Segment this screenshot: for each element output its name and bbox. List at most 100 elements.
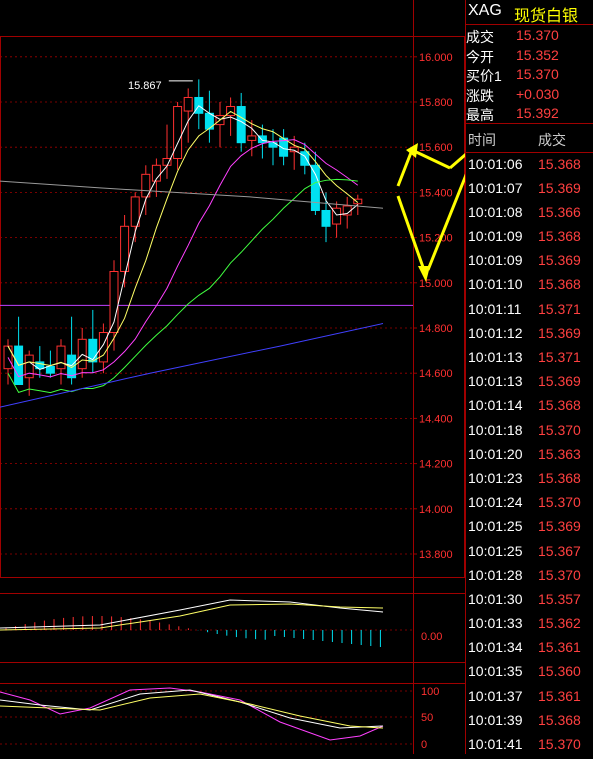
kdj-tick-label: 0 — [421, 739, 427, 751]
tick-time: 10:01:14 — [468, 397, 523, 414]
quote-row: 成交 15.370 — [466, 25, 593, 45]
tick-price: 15.370 — [538, 494, 581, 511]
tick-price: 15.366 — [538, 203, 581, 220]
tick-price: 15.368 — [538, 397, 581, 414]
kdj-tick-label: 50 — [421, 712, 433, 724]
tick-list[interactable]: 10:01:06 15.368 10:01:07 15.369 10:01:08 15.3… — [466, 153, 593, 758]
tick-row: 10:01:06 15.368 — [466, 153, 593, 177]
tick-row: 10:01:20 15.363 — [466, 443, 593, 467]
tick-row: 10:01:11 15.371 — [466, 298, 593, 322]
tick-time: 10:01:23 — [468, 469, 523, 486]
tick-price: 15.368 — [538, 469, 581, 486]
ma-medium-line — [7, 110, 359, 369]
tick-row: 10:01:18 15.370 — [466, 419, 593, 443]
tick-price: 15.370 — [538, 421, 581, 438]
tick-row: 10:01:30 15.357 — [466, 588, 593, 612]
tick-row: 10:01:25 15.367 — [466, 540, 593, 564]
tick-row: 10:01:10 15.368 — [466, 273, 593, 297]
tick-row: 10:01:07 15.369 — [466, 177, 593, 201]
candle-body — [247, 135, 257, 141]
tick-row: 10:01:25 15.369 — [466, 515, 593, 539]
tick-row: 10:01:37 15.361 — [466, 685, 593, 709]
instrument-name: 现货白银 — [514, 8, 579, 25]
ticks-header: 时间 成交 — [466, 124, 593, 153]
candle-body — [183, 96, 193, 112]
tick-time: 10:01:06 — [468, 155, 523, 172]
candle-body — [56, 345, 66, 370]
tick-price: 15.371 — [538, 300, 581, 317]
tick-price: 15.368 — [538, 711, 581, 728]
candle-body — [236, 106, 246, 144]
tick-time: 10:01:18 — [468, 421, 523, 438]
tick-row: 10:01:13 15.369 — [466, 370, 593, 394]
price-tick-label: 15.000 — [419, 278, 453, 290]
quote-row: 涨跌 +0.030 — [466, 84, 593, 104]
quote-value: 15.370 — [516, 27, 559, 43]
tick-row: 10:01:39 15.368 — [466, 709, 593, 733]
tick-row: 10:01:34 15.361 — [466, 636, 593, 660]
quote-row: 今开 15.352 — [466, 45, 593, 65]
candle-body — [321, 209, 331, 227]
tick-time: 10:01:41 — [468, 736, 523, 752]
chart-canvas[interactable]: 16.000 15.800 15.600 15.400 15.200 15.000 14.8… — [0, 0, 548, 754]
tick-price: 15.368 — [538, 276, 581, 293]
quote-value: 15.352 — [516, 46, 559, 63]
price-chart[interactable]: 16.000 15.800 15.600 15.400 15.200 15.000 14.8… — [0, 0, 548, 754]
tick-time: 10:01:35 — [468, 663, 523, 680]
tick-row: 10:01:09 15.369 — [466, 249, 593, 273]
price-tick-label: 14.600 — [419, 368, 453, 380]
price-tick-label: 14.800 — [419, 323, 453, 335]
tick-time: 10:01:30 — [468, 590, 523, 607]
tick-price: 15.369 — [538, 324, 581, 341]
tick-time: 10:01:13 — [468, 349, 523, 365]
tick-price: 15.369 — [538, 373, 581, 390]
annotation-arrow-up-short — [396, 149, 414, 187]
quote-label: 最高 — [466, 107, 494, 123]
macd-tick-label: 0.00 — [421, 631, 442, 643]
kdj-k-line — [0, 689, 384, 729]
tick-row: 10:01:24 15.370 — [466, 491, 593, 515]
price-tick-label: 15.400 — [419, 187, 453, 199]
quote-value: 15.392 — [516, 105, 559, 121]
tick-row: 10:01:08 15.366 — [466, 201, 593, 225]
candle-body — [45, 365, 55, 374]
quote-row: 最高 15.392 — [466, 103, 593, 123]
candle-body — [310, 164, 320, 211]
tick-price: 15.361 — [538, 687, 581, 704]
tick-price: 15.369 — [538, 252, 581, 269]
instrument-header: XAG 现货白银 — [466, 0, 593, 25]
tick-row: 10:01:33 15.362 — [466, 612, 593, 636]
quote-row: 买价1 15.370 — [466, 64, 593, 84]
kdj-tick-label: 100 — [421, 686, 439, 698]
kdj-d-line — [0, 693, 384, 729]
tick-row: 10:01:14 15.368 — [466, 394, 593, 418]
tick-time: 10:01:20 — [468, 445, 523, 462]
quote-value: 15.370 — [516, 66, 559, 82]
tick-price: 15.368 — [538, 155, 581, 172]
price-tick-label: 15.200 — [419, 233, 453, 245]
tick-row: 10:01:28 15.370 — [466, 564, 593, 588]
ma-slow-line — [7, 139, 359, 378]
quote-panel: XAG 现货白银 成交 15.370 今开 15.352 买价1 15.370 涨跌 +0.0… — [465, 0, 593, 754]
price-tick-label: 16.000 — [419, 52, 453, 64]
tick-time: 10:01:28 — [468, 566, 523, 583]
tick-time: 10:01:12 — [468, 324, 523, 341]
tick-time: 10:01:08 — [468, 203, 523, 220]
candle-body — [98, 332, 108, 363]
tick-row: 10:01:12 15.369 — [466, 322, 593, 346]
tick-row: 10:01:35 15.360 — [466, 660, 593, 684]
candle-body — [173, 106, 183, 159]
tick-time: 10:01:24 — [468, 494, 523, 511]
tick-price: 15.369 — [538, 518, 581, 535]
tick-price: 15.370 — [538, 736, 581, 752]
price-tick-label: 14.000 — [419, 504, 453, 516]
price-tick-label: 14.200 — [419, 459, 453, 471]
tick-time: 10:01:34 — [468, 639, 523, 656]
tick-price: 15.369 — [538, 179, 581, 196]
tick-price: 15.367 — [538, 542, 581, 559]
tick-row: 10:01:09 15.368 — [466, 225, 593, 249]
tick-price: 15.360 — [538, 663, 581, 680]
macd-dif-line — [0, 599, 384, 629]
tick-row: 10:01:23 15.368 — [466, 467, 593, 491]
tick-time: 10:01:07 — [468, 179, 523, 196]
